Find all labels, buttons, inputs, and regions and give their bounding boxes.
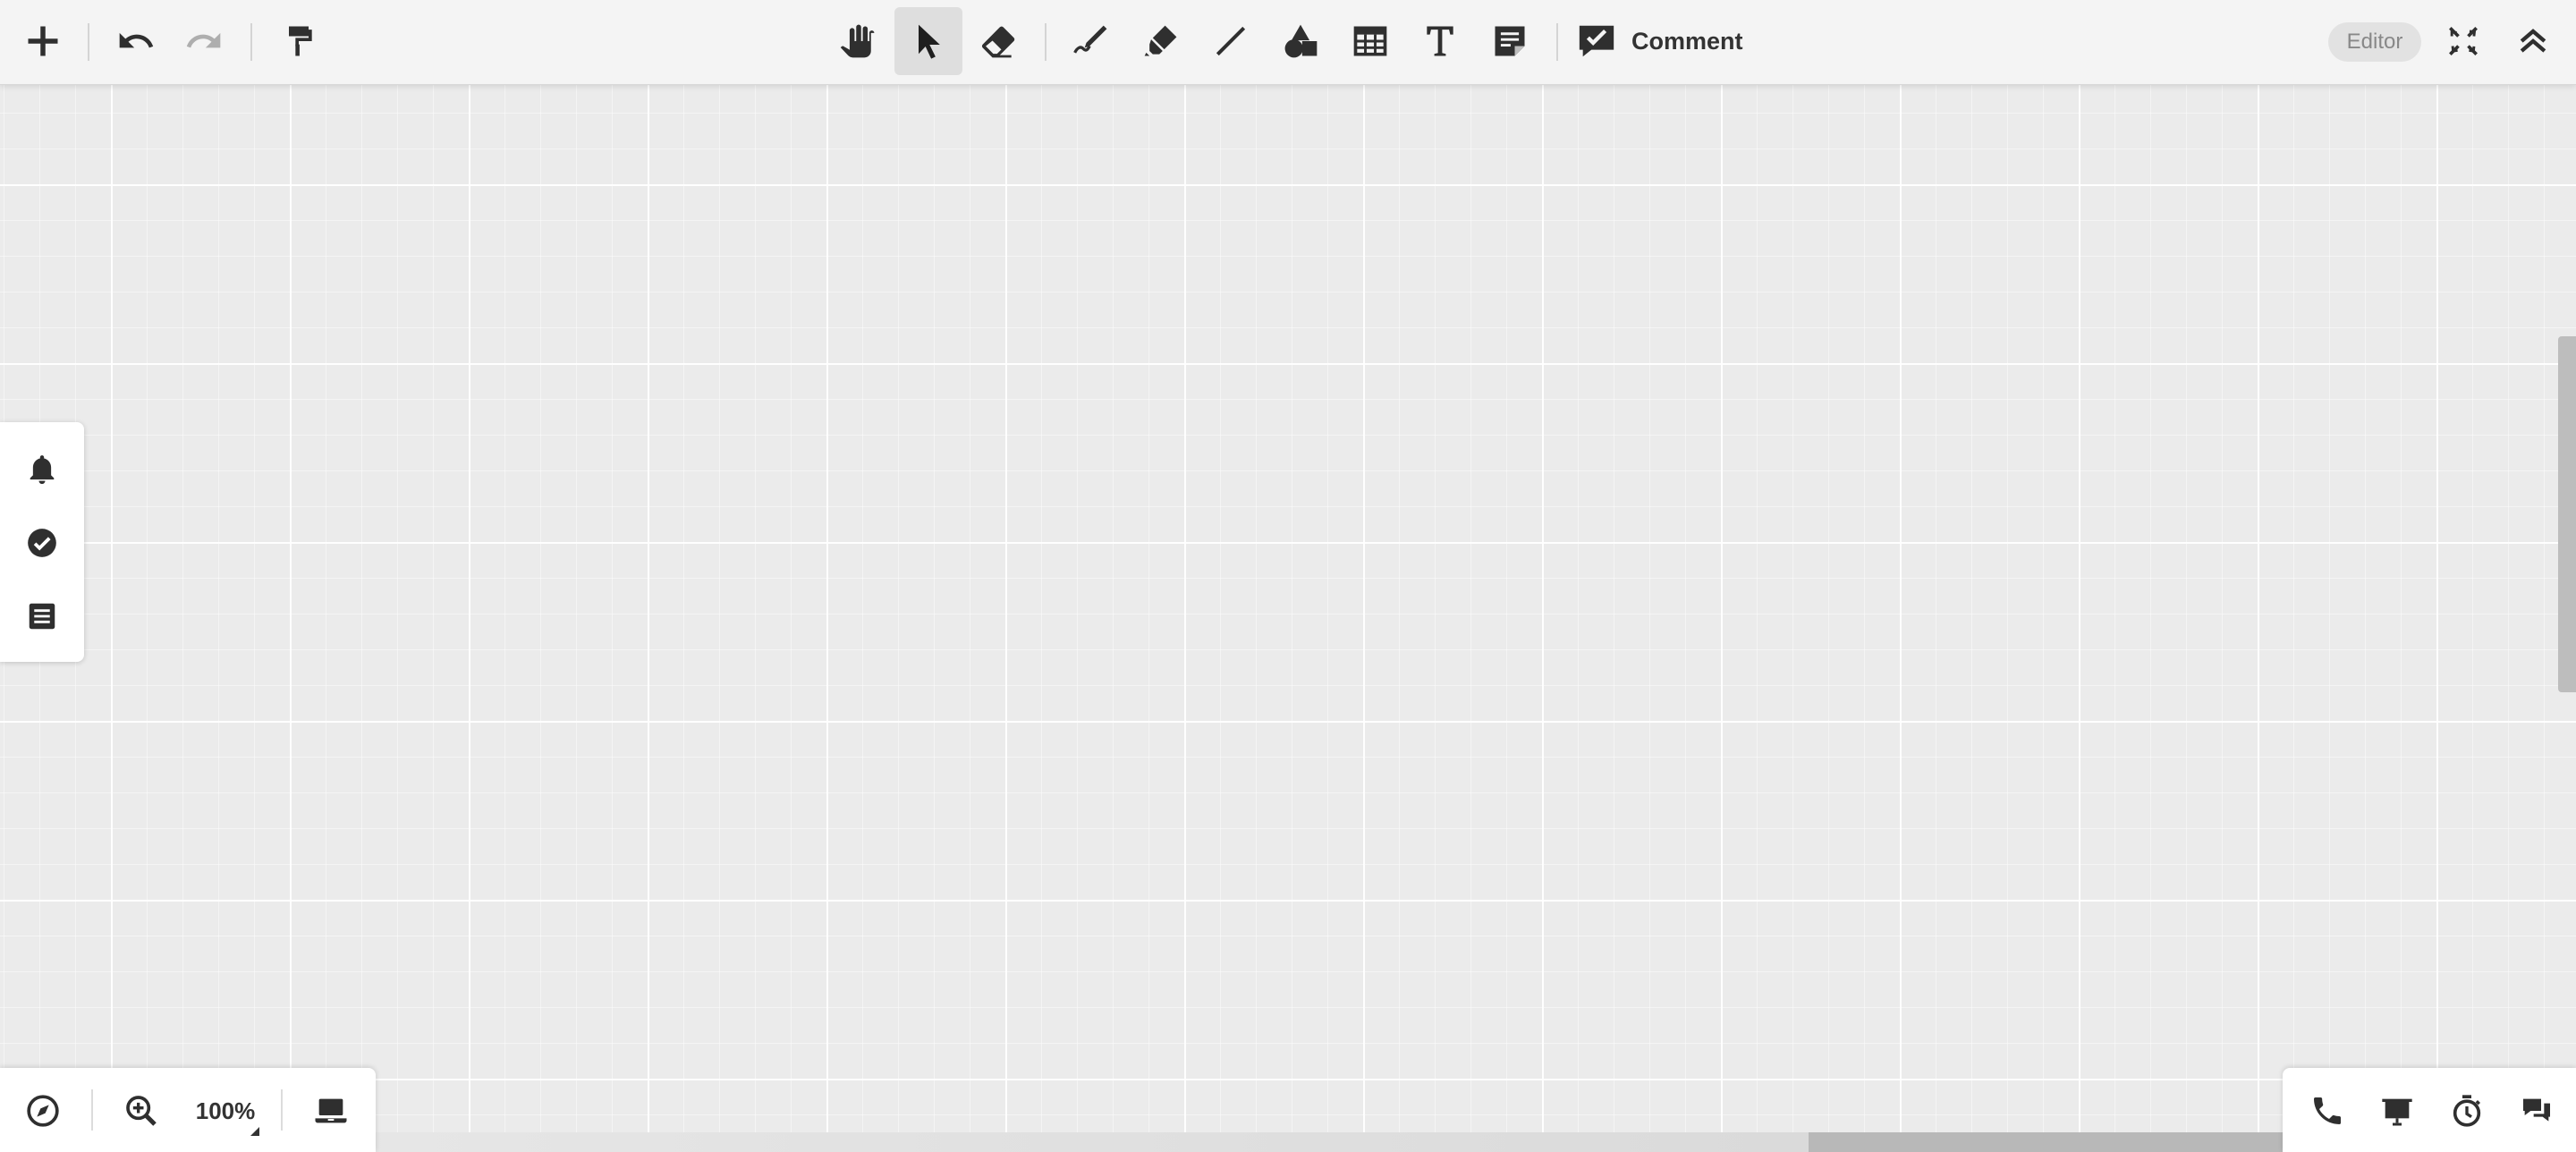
fullscreen-icon: [2444, 21, 2483, 61]
table-icon: [1351, 21, 1390, 61]
tasks-check-icon: [25, 526, 59, 560]
redo-button[interactable]: [170, 7, 238, 75]
call-phone-icon: [2309, 1093, 2345, 1129]
screen-share-icon: [2379, 1093, 2415, 1129]
notifications-button[interactable]: [14, 442, 70, 497]
add-icon: [23, 21, 63, 61]
call-button[interactable]: [2299, 1082, 2356, 1139]
presentation-button[interactable]: [302, 1082, 360, 1139]
pointer-select-icon: [909, 21, 948, 61]
presentation-laptop-icon: [313, 1093, 349, 1129]
pen-tool[interactable]: [1057, 7, 1125, 75]
bottom-right-controls: [2283, 1068, 2576, 1152]
text-tool[interactable]: [1406, 7, 1474, 75]
redo-icon: [184, 21, 224, 61]
top-toolbar: Comment Editor: [0, 0, 2576, 85]
line-icon: [1211, 21, 1250, 61]
eraser-icon: [979, 21, 1018, 61]
chat-button[interactable]: [2508, 1082, 2565, 1139]
notifications-bell-icon: [25, 453, 59, 487]
hand-pan-icon: [839, 21, 878, 61]
vertical-scrollbar-thumb[interactable]: [2558, 336, 2576, 692]
eraser-tool[interactable]: [964, 7, 1032, 75]
collapse-toolbar-button[interactable]: [2499, 7, 2567, 75]
format-painter-button[interactable]: [265, 7, 333, 75]
highlighter-tool[interactable]: [1127, 7, 1195, 75]
fullscreen-button[interactable]: [2429, 7, 2497, 75]
list-panel-button[interactable]: [14, 589, 70, 644]
screen-share-button[interactable]: [2368, 1082, 2426, 1139]
toolbar-divider: [1556, 23, 1558, 61]
toolbar-divider: [250, 23, 252, 61]
tasks-button[interactable]: [14, 515, 70, 571]
shapes-icon: [1281, 21, 1320, 61]
comment-button[interactable]: Comment: [1576, 13, 1743, 70]
role-badge: Editor: [2328, 22, 2421, 62]
navigator-compass-icon: [25, 1093, 61, 1129]
comment-check-icon: [1576, 21, 1617, 62]
shapes-tool[interactable]: [1267, 7, 1335, 75]
sticky-note-tool[interactable]: [1476, 7, 1544, 75]
navigator-button[interactable]: [14, 1082, 72, 1139]
undo-icon: [116, 21, 156, 61]
sticky-note-icon: [1490, 21, 1530, 61]
pen-draw-icon: [1072, 21, 1111, 61]
horizontal-scrollbar-thumb[interactable]: [1809, 1132, 2283, 1152]
bottom-left-controls: 100%: [0, 1068, 376, 1152]
timer-icon: [2449, 1093, 2485, 1129]
chat-icon: [2519, 1093, 2555, 1129]
collapse-toolbar-icon: [2513, 21, 2553, 61]
toolbar-divider: [1045, 23, 1046, 61]
undo-button[interactable]: [102, 7, 170, 75]
table-tool[interactable]: [1336, 7, 1404, 75]
toolbar-divider: [88, 23, 89, 61]
add-button[interactable]: [9, 7, 77, 75]
zoom-in-icon: [123, 1093, 159, 1129]
bottom-divider: [281, 1089, 283, 1131]
zoom-menu-caret-icon: [250, 1127, 259, 1136]
side-panel: [0, 422, 84, 662]
hand-pan-tool[interactable]: [825, 7, 893, 75]
comment-label: Comment: [1631, 28, 1743, 55]
line-tool[interactable]: [1197, 7, 1265, 75]
zoom-in-button[interactable]: [113, 1082, 170, 1139]
text-icon: [1420, 21, 1460, 61]
bottom-divider: [91, 1089, 93, 1131]
list-panel-icon: [25, 599, 59, 633]
select-pointer-tool[interactable]: [894, 7, 962, 75]
highlighter-icon: [1141, 21, 1181, 61]
timer-button[interactable]: [2438, 1082, 2496, 1139]
zoom-level[interactable]: 100%: [190, 1089, 261, 1132]
format-painter-icon: [279, 21, 318, 61]
